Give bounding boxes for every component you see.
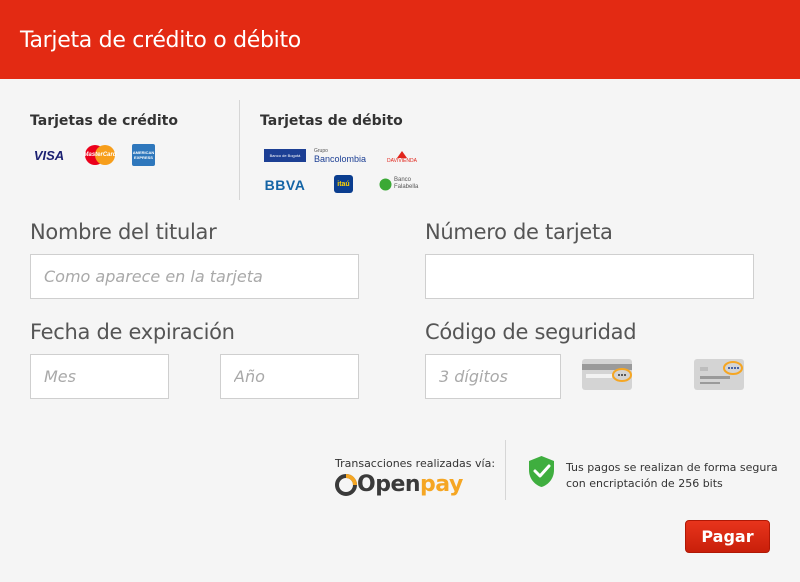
bbva-logo: BBVA [261, 177, 309, 193]
secure-text-line-2: con encriptación de 256 bits [566, 477, 723, 490]
security-code-label: Código de seguridad [425, 320, 637, 344]
secure-payment-text: Tus pagos se realizan de forma segura co… [566, 460, 786, 492]
security-code-input[interactable] [425, 354, 561, 399]
amex-logo: AMERICAN EXPRESS [132, 144, 155, 166]
davivienda-logo: DAVIVIENDA [380, 149, 424, 165]
banco-de-bogota-logo-text: Banco de Bogotá [269, 153, 301, 158]
visa-logo: VISA [30, 146, 68, 164]
cards-divider [239, 100, 240, 200]
falabella-logo-top-text: Banco [394, 177, 412, 183]
shield-check-icon [528, 455, 555, 488]
mastercard-logo-text: MasterCard [83, 152, 117, 158]
davivienda-house-icon [397, 150, 407, 158]
openpay-logo-pay-text: pay [420, 472, 463, 497]
header-bar: Tarjeta de crédito o débito [0, 0, 800, 79]
expiry-month-input[interactable] [30, 354, 169, 399]
credit-cards-title: Tarjetas de crédito [30, 113, 178, 129]
bancolombia-logo-text: Bancolombia [314, 154, 367, 164]
itau-logo-text: itaú [337, 180, 350, 188]
visa-logo-text: VISA [33, 147, 65, 163]
card-number-input[interactable] [425, 254, 754, 299]
footer-divider [505, 440, 506, 500]
payment-page: Tarjeta de crédito o débito Tarjetas de … [0, 0, 800, 582]
expiry-label: Fecha de expiración [30, 320, 235, 344]
pay-button[interactable]: Pagar [685, 520, 770, 553]
bbva-logo-text: BBVA [264, 177, 306, 193]
transactions-label: Transacciones realizadas vía: [335, 457, 496, 470]
falabella-logo-text: Falabella [394, 184, 419, 190]
openpay-logo: Open pay [335, 472, 463, 497]
openpay-o-icon [335, 473, 357, 496]
amex-logo-text: AMERICAN EXPRESS [132, 150, 155, 160]
debit-cards-title: Tarjetas de débito [260, 113, 403, 129]
bancolombia-logo: Grupo Bancolombia [314, 147, 372, 165]
page-title: Tarjeta de crédito o débito [20, 28, 301, 53]
banco-falabella-logo: Banco Falabella [379, 175, 427, 193]
card-front-cvv-icon [694, 359, 744, 390]
banco-de-bogota-logo: Banco de Bogotá [264, 149, 306, 162]
itau-logo: itaú [334, 175, 353, 193]
holder-name-input[interactable] [30, 254, 359, 299]
davivienda-logo-text: DAVIVIENDA [387, 157, 417, 164]
holder-name-label: Nombre del titular [30, 220, 217, 244]
card-back-cvv-icon [582, 359, 632, 390]
secure-text-line-1: Tus pagos se realizan de forma segura [566, 461, 778, 474]
openpay-logo-open-text: Open [357, 472, 421, 497]
card-number-label: Número de tarjeta [425, 220, 613, 244]
expiry-year-input[interactable] [220, 354, 359, 399]
mastercard-logo: MasterCard [83, 144, 117, 166]
falabella-leaf-icon [379, 178, 392, 190]
